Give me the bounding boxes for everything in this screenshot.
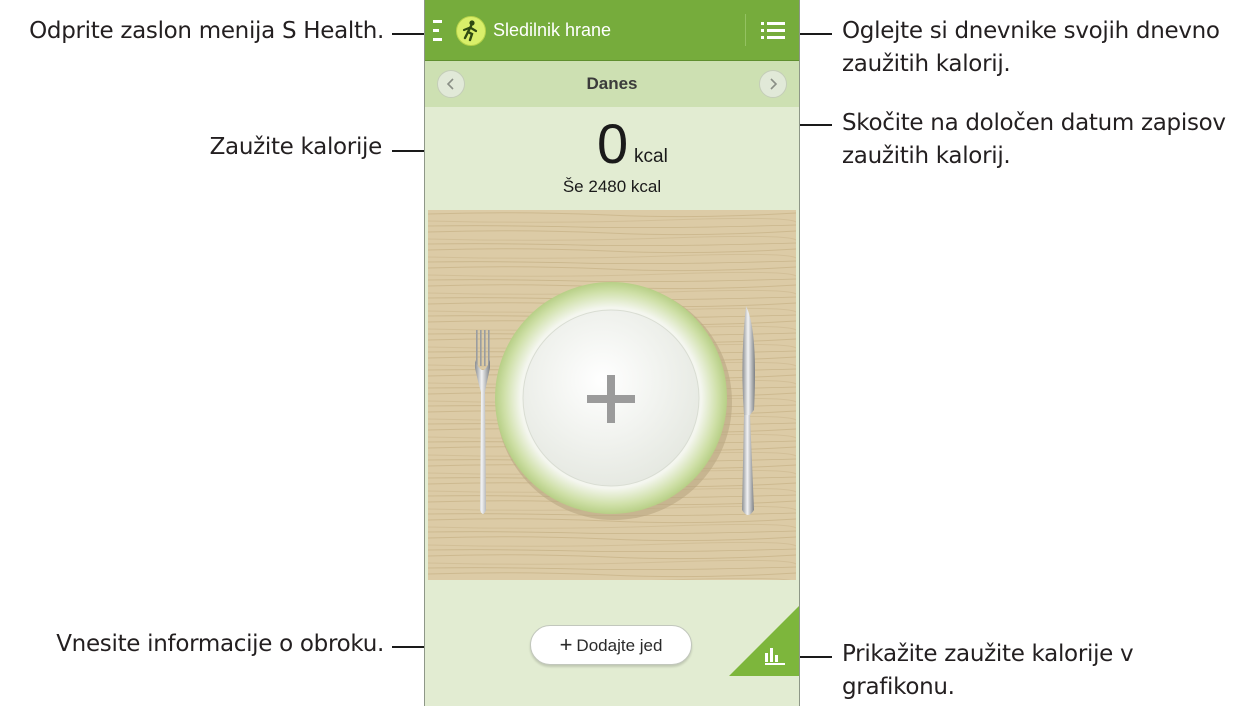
callout-meal-info: Vnesite informacije o obroku. [56, 631, 384, 657]
callout-graph-line1: Prikažite zaužite kalorije v [842, 641, 1134, 667]
callout-date: Skočite na določen datum zapisov zaužiti… [842, 107, 1260, 173]
calorie-summary: 0 kcal Še 2480 kcal [425, 112, 799, 208]
menu-icon[interactable] [433, 20, 442, 42]
callout-consumed-calories: Zaužite kalorije [209, 134, 383, 160]
add-meal-button[interactable]: + Dodajte jed [530, 625, 692, 665]
graph-button[interactable] [729, 606, 799, 676]
callout-graph-line2: grafikonu. [842, 674, 955, 700]
list-icon[interactable] [761, 22, 785, 40]
callout-logs-line1: Oglejte si dnevnike svojih dnevno [842, 18, 1220, 44]
phone-screen: Sledilnik hrane Danes 0 kcal Še 2480 kca… [424, 0, 800, 706]
leader-menu [392, 33, 428, 35]
meal-table-image[interactable] [428, 210, 796, 580]
date-bar: Danes [425, 61, 799, 107]
date-label[interactable]: Danes [425, 74, 799, 94]
add-meal-label: Dodajte jed [576, 636, 663, 655]
calorie-value: 0 [597, 112, 629, 175]
bar-chart-icon[interactable] [765, 646, 785, 665]
action-bar: Sledilnik hrane [425, 0, 799, 61]
action-bar-divider [745, 14, 746, 46]
plus-icon: + [559, 632, 573, 657]
runner-logo-icon [456, 16, 486, 46]
app-title: Sledilnik hrane [493, 20, 612, 40]
callout-menu: Odprite zaslon menija S Health. [29, 18, 384, 44]
callout-logs-line2: zaužitih kalorij. [842, 51, 1011, 77]
chevron-right-icon [770, 78, 778, 90]
callout-date-line1: Skočite na določen datum zapisov [842, 110, 1226, 136]
callout-date-line2: zaužitih kalorij. [842, 143, 1011, 169]
callout-logs: Oglejte si dnevnike svojih dnevno zaužit… [842, 15, 1260, 81]
calories-remaining: Še 2480 kcal [562, 177, 662, 196]
calorie-unit: kcal [634, 146, 668, 167]
callout-graph: Prikažite zaužite kalorije v grafikonu. [842, 638, 1260, 704]
next-day-button[interactable] [759, 70, 787, 98]
